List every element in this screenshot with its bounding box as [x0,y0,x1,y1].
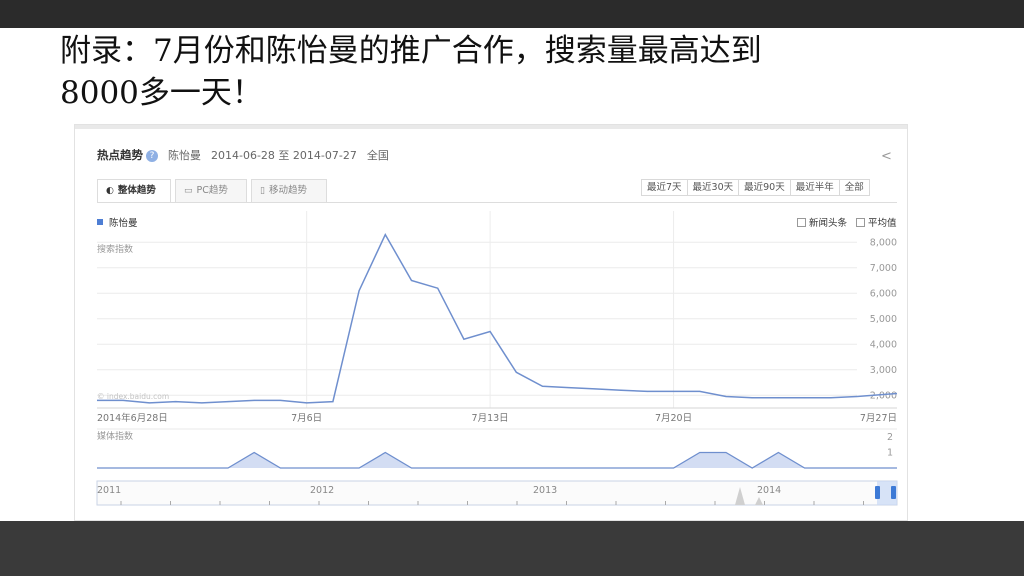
y-axis-title: 搜索指数 [97,243,133,255]
x-tick-label: 7月27日 [860,413,897,424]
slide-title-line-2: 8000多一天！ [60,75,263,111]
media-tick-label: 1 [887,448,893,459]
media-index-area [97,452,897,468]
x-tick-label: 7月6日 [291,413,322,424]
data-point[interactable] [122,399,124,401]
data-point[interactable] [174,400,176,402]
data-point[interactable] [541,385,543,387]
data-point[interactable] [436,287,438,289]
data-point[interactable] [384,233,386,235]
data-point[interactable] [672,390,674,392]
data-point[interactable] [568,386,570,388]
data-point[interactable] [803,397,805,399]
navigator-year-label: 2014 [757,485,781,496]
data-point[interactable] [830,397,832,399]
data-point[interactable] [201,402,203,404]
slide-top-bar [0,0,1024,28]
slide-title: 附录：7月份和陈怡曼的推广合作，搜索量最高达到 8000多一天！ [60,30,960,114]
data-point[interactable] [751,397,753,399]
navigator-year-label: 2013 [533,485,557,496]
data-point[interactable] [725,395,727,397]
slide-title-line-1: 附录：7月份和陈怡曼的推广合作，搜索量最高达到 [60,33,762,69]
y-tick-label: 7,000 [870,263,897,274]
y-tick-label: 3,000 [870,365,897,376]
data-point[interactable] [96,399,98,401]
trend-charts: 8,0007,0006,0005,0004,0003,0002,000搜索指数©… [96,211,898,506]
data-point[interactable] [699,390,701,392]
data-point[interactable] [227,400,229,402]
media-tick-label: 2 [887,432,893,443]
data-point[interactable] [620,389,622,391]
navigator-right-handle[interactable] [891,486,896,499]
data-point[interactable] [253,399,255,401]
x-tick-label: 7月20日 [655,413,692,424]
data-point[interactable] [305,402,307,404]
y-tick-label: 4,000 [870,339,897,350]
baidu-index-panel: 热点趋势? 陈怡曼 2014-06-28 至 2014-07-27 全国 < ◐ 整体趋… [74,124,908,521]
data-point[interactable] [515,371,517,373]
data-point[interactable] [463,338,465,340]
y-tick-label: 6,000 [870,288,897,299]
data-point[interactable] [279,399,281,401]
data-point[interactable] [777,397,779,399]
data-point[interactable] [594,388,596,390]
navigator-year-label: 2012 [310,485,334,496]
data-point[interactable] [489,330,491,332]
y-tick-label: 5,000 [870,314,897,325]
data-point[interactable] [332,400,334,402]
navigator-left-handle[interactable] [875,486,880,499]
data-point[interactable] [358,290,360,292]
x-tick-label: 2014年6月28日 [97,412,168,424]
data-point[interactable] [410,279,412,281]
navigator-year-label: 2011 [97,485,121,496]
x-tick-label: 7月13日 [472,413,509,424]
media-axis-title: 媒体指数 [97,430,133,442]
data-point[interactable] [646,390,648,392]
data-point[interactable] [148,402,150,404]
y-tick-label: 8,000 [870,237,897,248]
slide-bottom-bar [0,521,1024,576]
